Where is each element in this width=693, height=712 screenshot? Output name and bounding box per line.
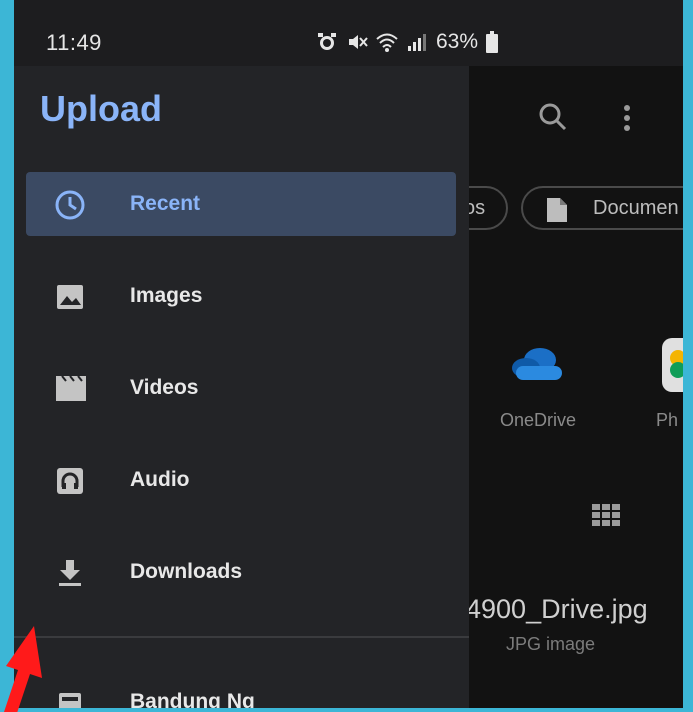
grid-view-icon[interactable] — [592, 504, 620, 526]
mute-icon — [349, 35, 368, 49]
file-type: JPG image — [506, 634, 596, 654]
source-label-onedrive: OneDrive — [499, 410, 577, 430]
nav-item-device[interactable]: Bandung Ng — [26, 670, 456, 708]
battery-percentage: 63% — [436, 30, 479, 53]
nav-item-downloads[interactable]: Downloads — [26, 540, 456, 604]
audio-icon — [57, 468, 83, 494]
video-icon — [56, 375, 86, 401]
signal-icon — [408, 34, 426, 51]
nav-label: Recent — [130, 192, 201, 215]
status-icons: 63% — [316, 30, 499, 54]
photos-icon[interactable] — [662, 338, 683, 392]
nav-label: Images — [130, 284, 203, 307]
download-icon — [59, 560, 81, 586]
chip-label: Documen — [593, 196, 679, 219]
alarm-icon — [318, 33, 336, 50]
drawer-title: Upload — [40, 88, 162, 129]
battery-icon — [486, 31, 499, 53]
nav-item-audio[interactable]: Audio — [26, 448, 456, 512]
status-time: 11:49 — [46, 30, 102, 55]
nav-item-images[interactable]: Images — [26, 264, 456, 328]
nav-item-videos[interactable]: Videos — [26, 356, 456, 420]
filter-chip-documents[interactable]: Documen — [521, 186, 683, 230]
nav-label: Audio — [130, 468, 190, 491]
document-icon — [547, 198, 567, 222]
upload-drawer: Upload Recent Images Videos Audio Downlo… — [14, 66, 469, 708]
phone-screen: os Documen OneDrive Ph 4900_Drive.jpg JP… — [14, 0, 683, 708]
nav-label: Bandung Ng — [130, 690, 255, 708]
wifi-icon — [376, 33, 398, 52]
search-icon[interactable] — [538, 102, 568, 132]
drawer-divider — [14, 636, 469, 638]
file-name[interactable]: 4900_Drive.jpg — [466, 594, 648, 625]
nav-label: Videos — [130, 376, 199, 399]
image-icon — [57, 285, 83, 309]
clock-icon — [55, 190, 85, 220]
status-bar: 11:49 63% — [14, 0, 683, 66]
red-arrow-annotation — [4, 626, 42, 712]
onedrive-icon[interactable] — [510, 346, 566, 382]
nav-item-recent[interactable]: Recent — [26, 172, 456, 236]
device-icon — [59, 693, 81, 708]
more-options-icon[interactable] — [622, 104, 632, 134]
nav-label: Downloads — [130, 560, 243, 583]
source-label-photos: Ph — [656, 410, 679, 430]
